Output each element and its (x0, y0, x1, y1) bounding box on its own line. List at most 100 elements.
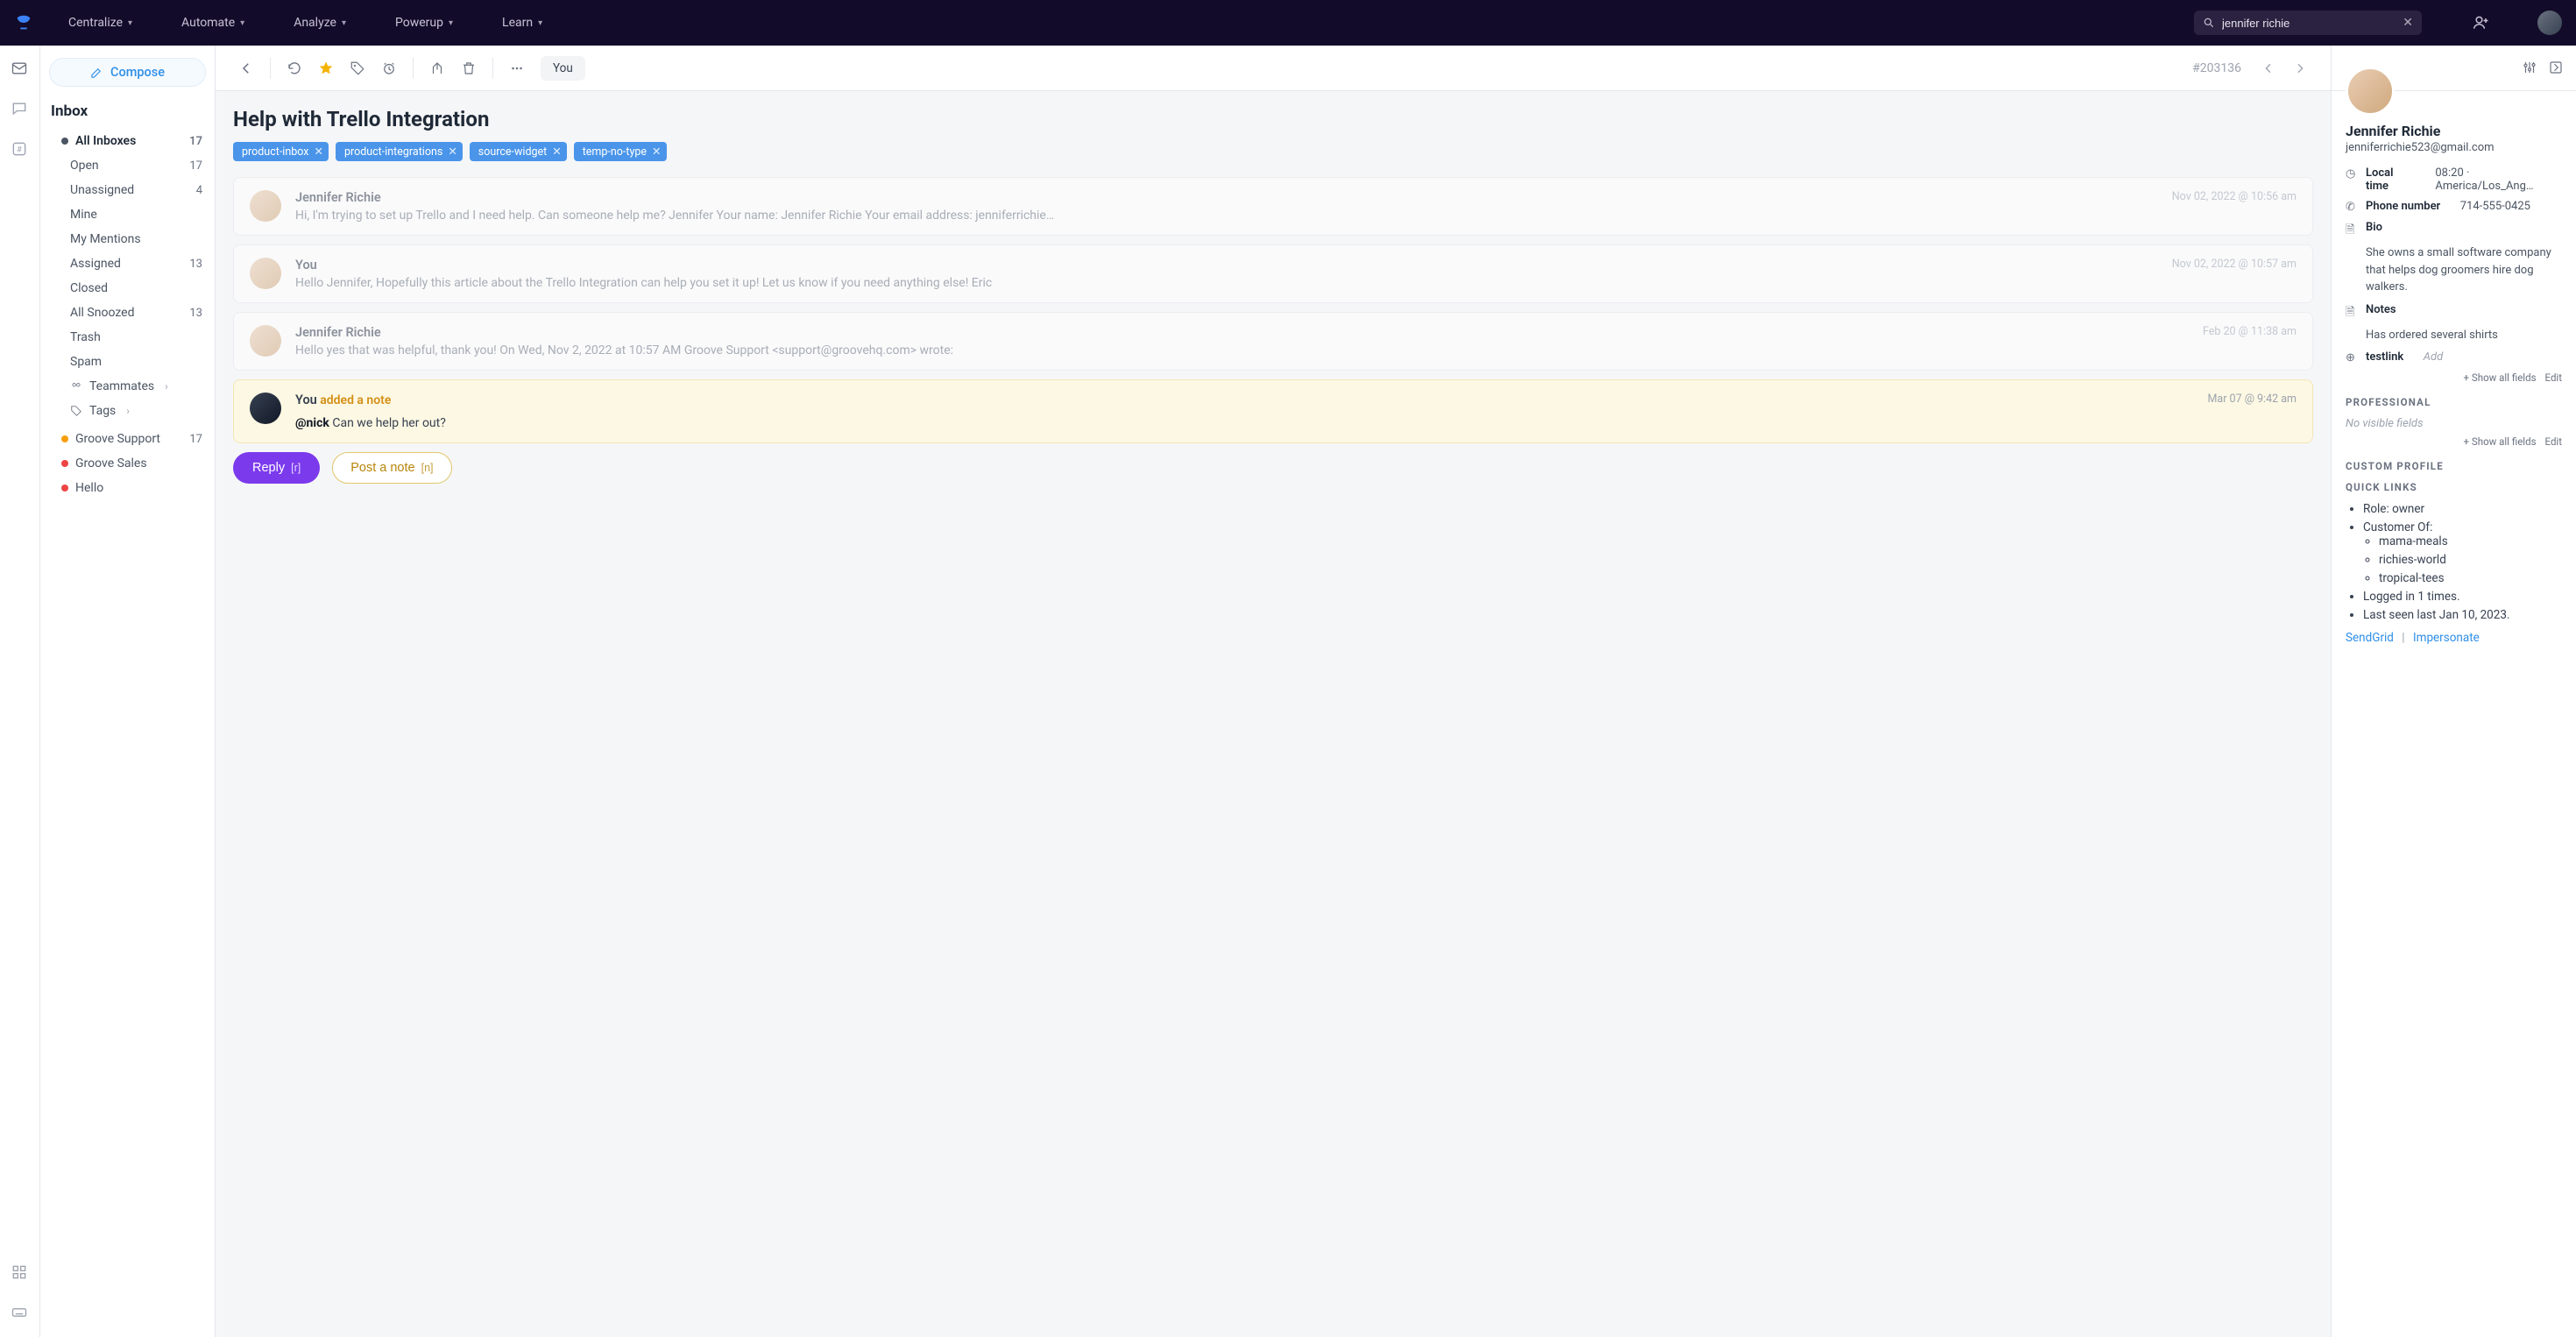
refresh-button[interactable] (280, 53, 309, 83)
chevron-down-icon: ▾ (240, 18, 244, 28)
merge-button[interactable] (422, 53, 452, 83)
remove-tag-icon[interactable]: ✕ (314, 145, 322, 159)
sidebar-item[interactable]: Unassigned4 (49, 178, 206, 202)
next-conversation[interactable] (2285, 53, 2315, 83)
contact-name: Jennifer Richie (2346, 123, 2562, 139)
globe-icon: ⊕ (2346, 351, 2359, 364)
conversation-tag[interactable]: product-inbox✕ (233, 142, 329, 161)
ql-lastseen: Last seen last Jan 10, 2023. (2363, 608, 2562, 622)
sidebar-item[interactable]: Open17 (49, 153, 206, 178)
link-sendgrid[interactable]: SendGrid (2346, 631, 2394, 645)
sidebar-teammates[interactable]: Teammates › (49, 374, 206, 399)
conversation-subject: Help with Trello Integration (233, 107, 2313, 131)
contact-panel: Jennifer Richie jenniferrichie523@gmail.… (2331, 46, 2576, 1337)
nav-analyze[interactable]: Analyze▾ (294, 16, 346, 30)
edit-professional[interactable]: Edit (2545, 435, 2562, 448)
sidebar-item[interactable]: Trash (49, 325, 206, 350)
sidebar-item[interactable]: All Snoozed13 (49, 301, 206, 325)
app-logo[interactable] (14, 13, 33, 32)
pencil-icon (90, 66, 103, 79)
back-button[interactable] (231, 53, 261, 83)
note-author: You added a note (295, 393, 2197, 407)
mention[interactable]: @nick (295, 416, 329, 430)
conversation-toolbar: You #203136 (216, 46, 2331, 91)
contact-email[interactable]: jenniferrichie523@gmail.com (2346, 141, 2562, 154)
sidebar-item[interactable]: Assigned13 (49, 251, 206, 276)
edit-fields[interactable]: Edit (2545, 371, 2562, 384)
avatar (250, 190, 281, 222)
conversation-tag[interactable]: product-integrations✕ (336, 142, 463, 161)
nav-centralize[interactable]: Centralize▾ (68, 16, 132, 30)
avatar (250, 393, 281, 424)
social-icon[interactable]: # (11, 140, 30, 159)
add-testlink[interactable]: Add (2424, 350, 2443, 364)
sidebar-tags[interactable]: Tags › (49, 399, 206, 423)
clear-search-icon[interactable]: ✕ (2403, 16, 2413, 30)
sidebar-item[interactable]: Closed (49, 276, 206, 301)
sidebar-item[interactable]: Mine (49, 202, 206, 227)
message[interactable]: Jennifer Richie Hello yes that was helpf… (233, 312, 2313, 371)
ql-logged: Logged in 1 times. (2363, 590, 2562, 604)
chevron-down-icon: ▾ (449, 18, 453, 28)
nav-learn[interactable]: Learn▾ (502, 16, 542, 30)
contact-avatar[interactable] (2346, 67, 2395, 116)
ql-customer-item: tropical-tees (2379, 571, 2562, 585)
post-note-button[interactable]: Post a note [n] (332, 452, 451, 484)
panel-settings-icon[interactable] (2522, 60, 2539, 77)
remove-tag-icon[interactable]: ✕ (552, 145, 561, 159)
more-button[interactable] (502, 53, 532, 83)
show-all-fields[interactable]: + Show all fields (2464, 371, 2537, 384)
sidebar-mailbox[interactable]: Hello (49, 476, 206, 500)
professional-empty: No visible fields (2346, 417, 2562, 430)
message[interactable]: Jennifer Richie Hi, I'm trying to set up… (233, 177, 2313, 236)
message-author: Jennifer Richie (295, 190, 2162, 205)
star-button[interactable] (311, 53, 341, 83)
message[interactable]: You Hello Jennifer, Hopefully this artic… (233, 244, 2313, 303)
tag-button[interactable] (343, 53, 372, 83)
snooze-button[interactable] (374, 53, 404, 83)
remove-tag-icon[interactable]: ✕ (652, 145, 661, 159)
chevron-down-icon: ▾ (128, 18, 132, 28)
search-input[interactable] (2222, 17, 2396, 30)
conversation-tag[interactable]: temp-no-type✕ (574, 142, 667, 161)
field-notes: 🗎 Notes (2346, 303, 2562, 323)
apps-icon[interactable] (11, 1263, 30, 1283)
sidebar-mailbox[interactable]: Groove Support17 (49, 427, 206, 451)
link-impersonate[interactable]: Impersonate (2413, 631, 2480, 645)
sidebar-item[interactable]: My Mentions (49, 227, 206, 251)
sidebar-mailbox[interactable]: Groove Sales (49, 451, 206, 476)
inbox-sidebar: Compose Inbox All Inboxes 17 Open17Unass… (40, 46, 216, 1337)
clock-icon: ◷ (2346, 167, 2359, 180)
prev-conversation[interactable] (2254, 53, 2283, 83)
ql-customer-of: Customer Of: mama-mealsrichies-worldtrop… (2363, 520, 2562, 585)
delete-button[interactable] (454, 53, 484, 83)
chevron-down-icon: ▾ (342, 18, 346, 28)
inbox-heading: Inbox (51, 103, 204, 120)
global-search[interactable]: ✕ (2194, 11, 2422, 35)
reply-button[interactable]: Reply [r] (233, 452, 320, 484)
message-author: You (295, 258, 2162, 272)
sidebar-item[interactable]: Spam (49, 350, 206, 374)
assignee-pill[interactable]: You (541, 56, 585, 81)
svg-text:#: # (17, 145, 22, 154)
mail-icon[interactable] (11, 60, 30, 79)
phone-icon: ✆ (2346, 201, 2359, 214)
panel-expand-icon[interactable] (2548, 60, 2565, 77)
remove-tag-icon[interactable]: ✕ (448, 145, 456, 159)
section-professional: PROFESSIONAL (2346, 396, 2562, 408)
note-block[interactable]: You added a note @nick Can we help her o… (233, 379, 2313, 443)
show-all-professional[interactable]: + Show all fields (2464, 435, 2537, 448)
icon-rail: # (0, 46, 40, 1337)
sidebar-all-inboxes[interactable]: All Inboxes 17 (49, 129, 206, 153)
note-icon: 🗎 (2346, 304, 2359, 323)
nav-powerup[interactable]: Powerup▾ (395, 16, 453, 30)
add-user-icon[interactable] (2473, 14, 2490, 32)
chat-icon[interactable] (11, 100, 30, 119)
conversation-tag[interactable]: source-widget✕ (470, 142, 567, 161)
field-phone: ✆ Phone number 714-555-0425 (2346, 200, 2562, 214)
teammates-icon (70, 380, 82, 393)
keyboard-icon[interactable] (11, 1304, 30, 1323)
compose-button[interactable]: Compose (49, 58, 206, 87)
current-user-avatar[interactable] (2537, 11, 2562, 35)
nav-automate[interactable]: Automate▾ (181, 16, 244, 30)
